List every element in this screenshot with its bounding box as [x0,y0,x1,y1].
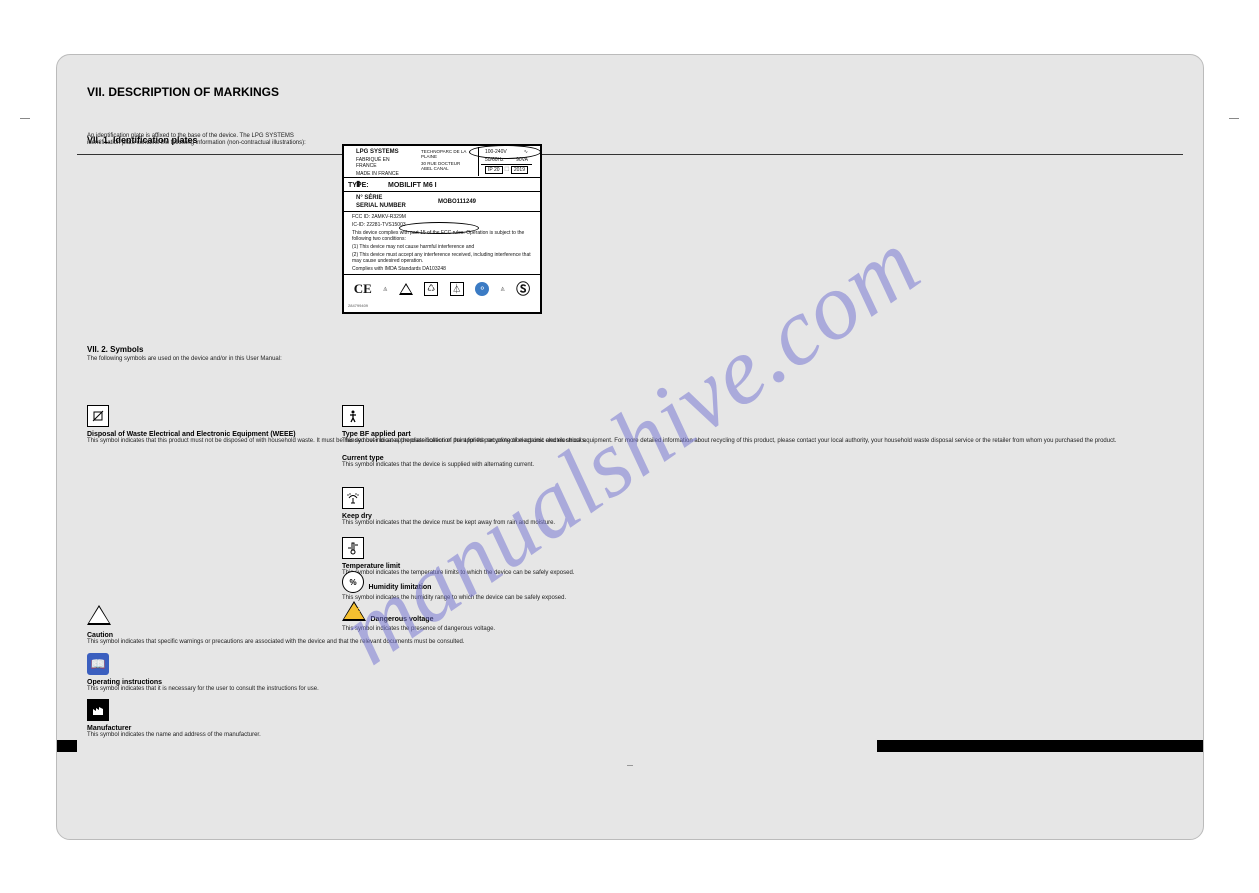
humidity-limit-icon: % [342,571,364,593]
page-number: — [627,763,633,769]
ce-mark-icon: CE [354,281,372,297]
bf-title: Type BF applied part [342,431,586,438]
manual-page: VII. DESCRIPTION OF MARKINGS VII. 1. Ide… [56,54,1204,840]
plate-va: 90VA [516,157,528,163]
plate-brand: LPG SYSTEMS [356,149,399,155]
section-title: VII. DESCRIPTION OF MARKINGS [87,85,279,99]
plate-cert-icons: CE ◬ ♺ ⏃ ⚬ ◬ Ⓢ [344,274,540,302]
volt-title: Dangerous voltage [370,616,433,623]
plate-volt: 100-240V [485,149,507,155]
weee-icon: ♺ [424,282,438,296]
crop-mark [20,118,30,119]
current-text: This symbol indicates that the device is… [342,462,534,469]
rcm-tick-icon: ◬ [501,286,505,292]
plate-type-label: TYPE: [348,179,388,190]
weee-text: This symbol indicates that this product … [87,438,1116,445]
crop-mark [1229,118,1239,119]
ifu-title: Operating instructions [87,679,319,686]
plate-fcc-c2: (2) This device must accept any interfer… [348,251,536,265]
plate-imda: Complies with IMDA Standards DA103248 [348,265,536,273]
csa-icon: Ⓢ [516,279,530,299]
plate-made-fr: FABRIQUÉ EN FRANCE [352,156,409,170]
identification-plate: LPG SYSTEMS FABRIQUÉ EN FRANCE MADE IN F… [342,144,542,314]
type-bf-icon [342,405,364,427]
volt-text: This symbol indicates the presence of da… [342,626,495,633]
keep-dry-icon [342,487,364,509]
svg-text:%: % [349,578,356,587]
type-bf-icon: ⏃ [450,282,464,296]
weee-icon [87,405,109,427]
plate-serial-label-en: SERIAL NUMBER [352,202,410,210]
ifu-text: This symbol indicates that it is necessa… [87,686,319,693]
temperature-limit-icon [342,537,364,559]
plate-serial-label-fr: N° SÉRIE [352,194,410,202]
caution-text: This symbol indicates that specific warn… [87,639,465,646]
intro-text: An identification plate is affixed to th… [87,133,317,147]
plate-fcc-id: FCC ID: 2AMKV-R329M [348,213,536,221]
plate-hz: 50/60Hz [485,157,504,163]
footer-cutout [77,740,877,752]
plate-ref: 284799409 [344,302,540,309]
plate-year: 2019 [511,166,528,174]
dry-text: This symbol indicates that the device mu… [342,520,555,527]
caution-triangle-icon: ! [87,605,111,625]
plate-serial-value: MOBO111249 [434,198,536,206]
bf-text: This symbol indicates the classification… [342,438,586,445]
plate-made-en: MADE IN FRANCE [352,170,409,178]
symbols-title: VII. 2. Symbols [87,345,282,354]
ifu-icon: 📖 [87,653,109,675]
symbols-intro: The following symbols are used on the de… [87,356,282,363]
mfr-text: This symbol indicates the name and addre… [87,732,261,739]
caution-title: Caution [87,632,465,639]
current-title: Current type [342,455,534,462]
plate-ip: IP 20 [485,166,503,174]
hum-title: Humidity limitation [368,584,431,591]
dangerous-voltage-icon: ⚡ [342,601,366,621]
dry-title: Keep dry [342,513,555,520]
mfr-title: Manufacturer [87,725,261,732]
highlight-ellipse [399,222,479,234]
ifu-icon: ⚬ [475,282,489,296]
manufacturer-icon [87,699,109,721]
plate-addr2: 30 RUE DOCTEUR ABEL CANAL [417,160,474,172]
weee-title: Disposal of Waste Electrical and Electro… [87,431,1116,438]
rcm-icon: ◬ [383,286,387,292]
temp-title: Temperature limit [342,563,574,570]
plate-addr1: TECHNOPARC DE LA PLAINE [417,148,474,160]
plate-type-value: MOBILIFT M6 I [388,179,536,190]
plate-fcc-c1: (1) This device may not cause harmful in… [348,243,536,251]
caution-triangle-icon [399,283,413,295]
